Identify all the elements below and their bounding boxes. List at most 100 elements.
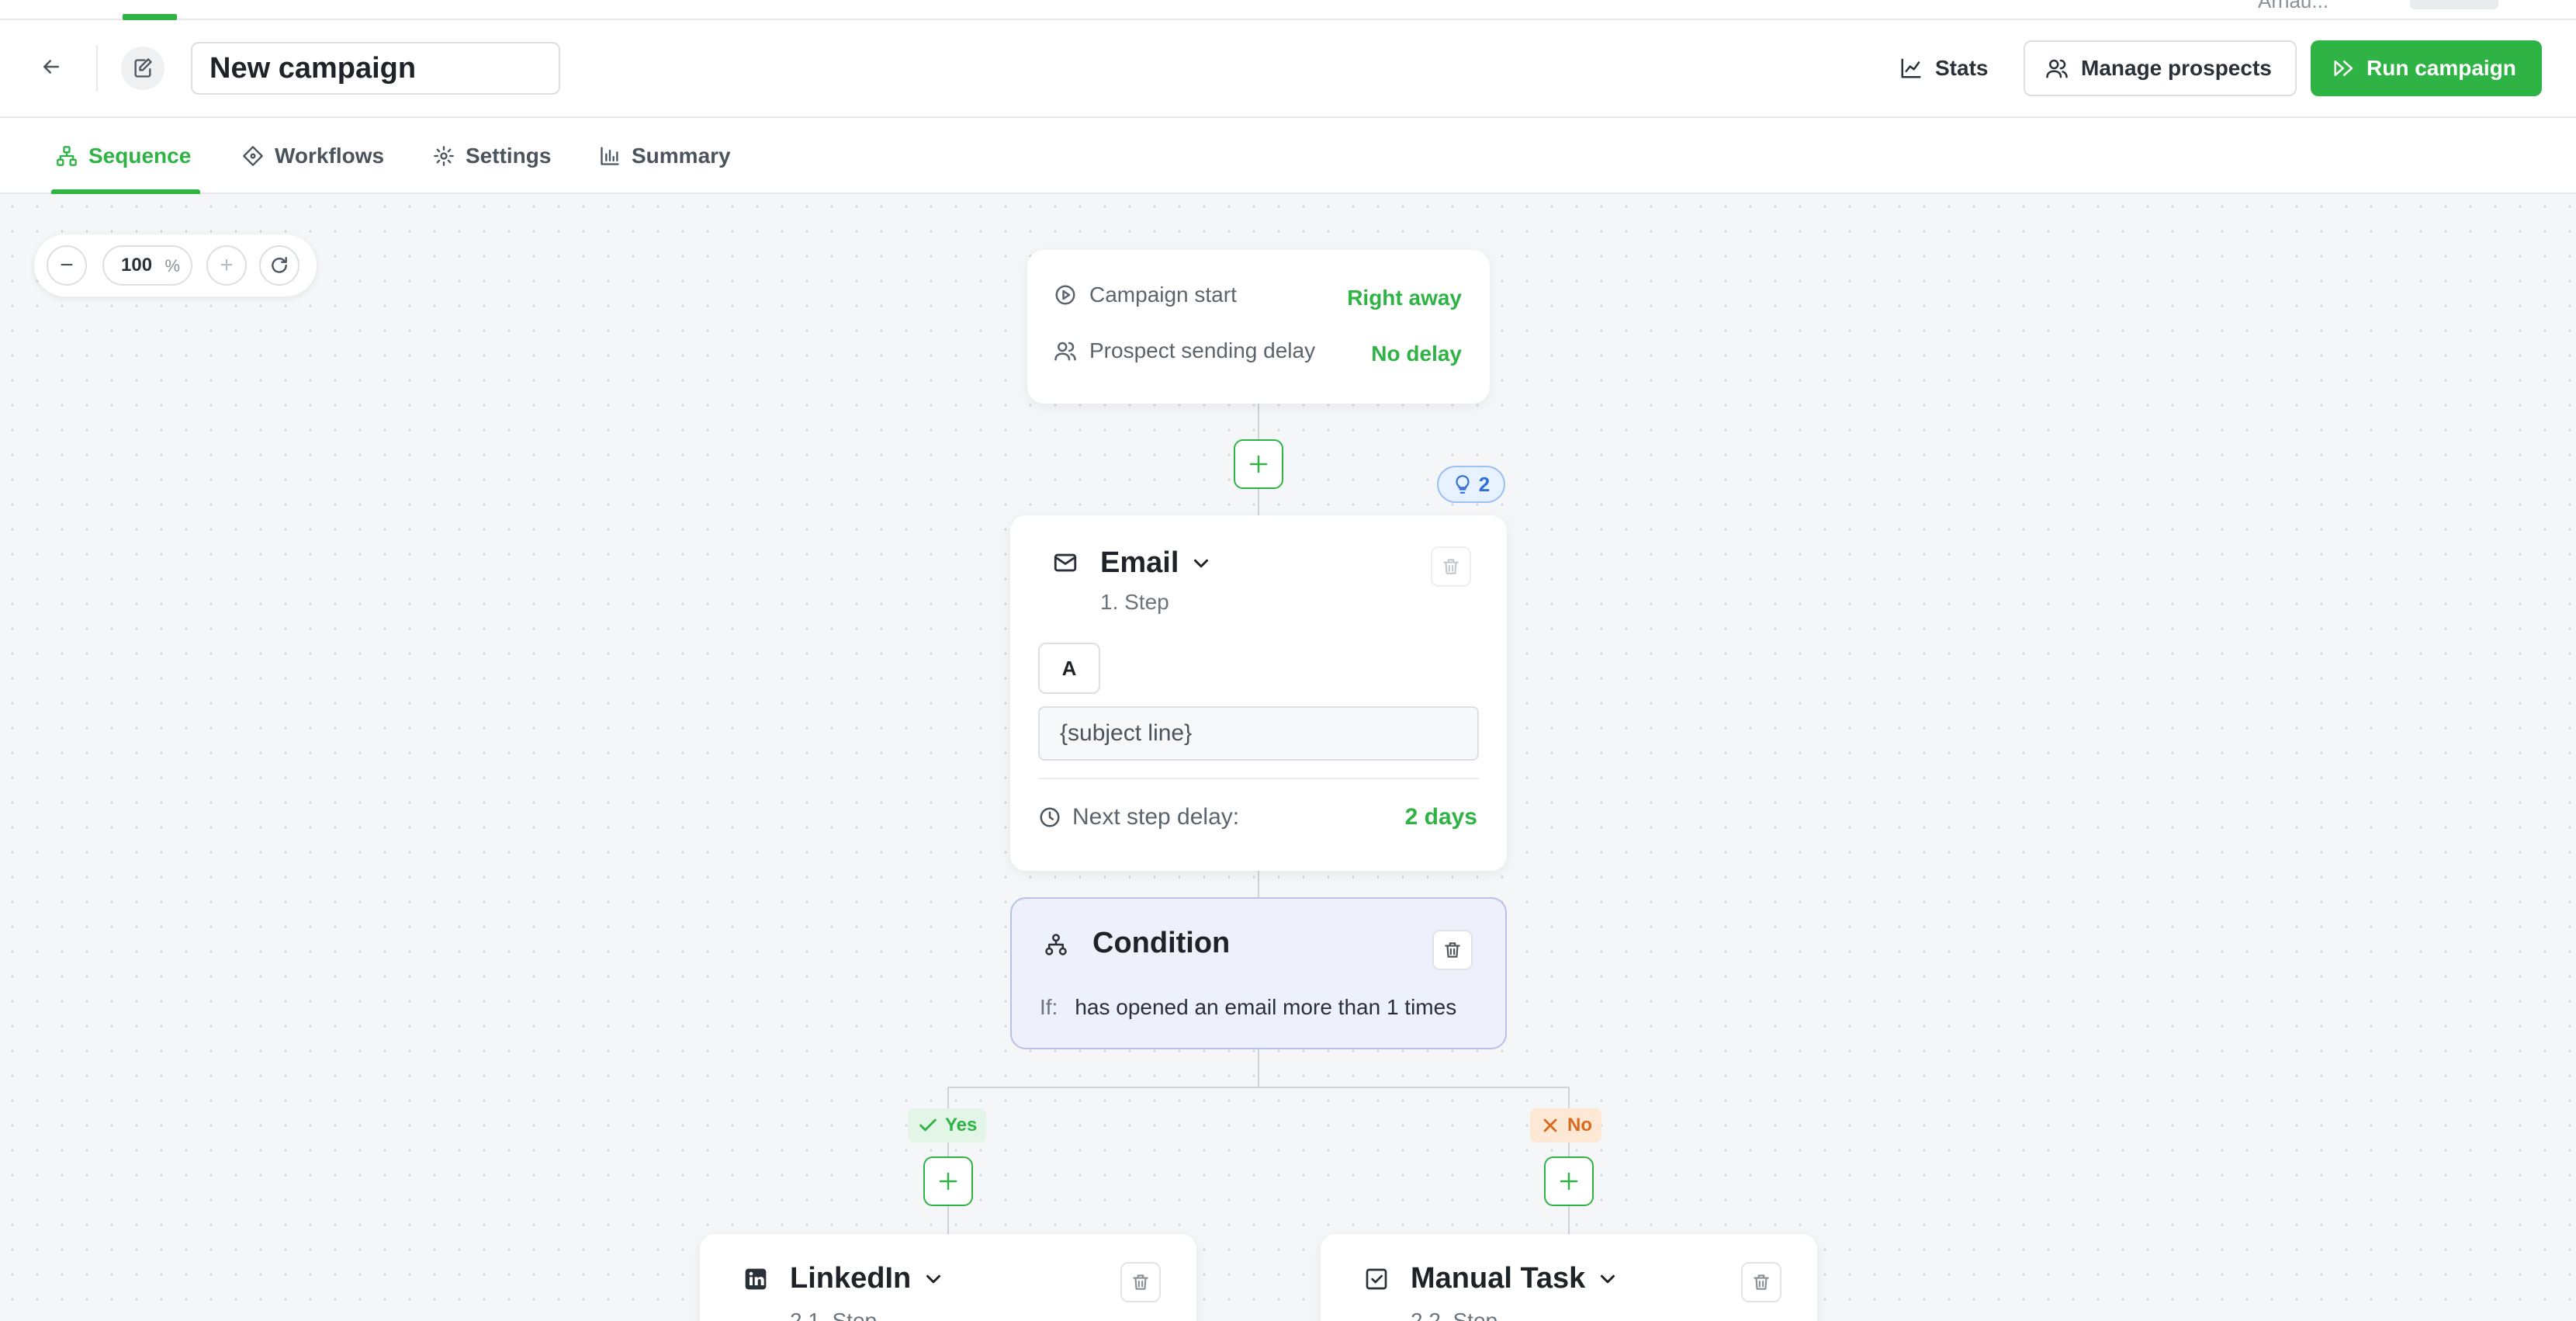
email-step-card[interactable]: Email 1. Step A {subject line} Next step… — [1010, 515, 1507, 871]
chevron-down-icon — [1194, 559, 1209, 567]
close-icon — [1543, 1118, 1557, 1132]
linkedin-step-number: 2.1. Step — [790, 1309, 878, 1321]
branch-connector — [948, 1087, 1569, 1088]
zoom-out-button[interactable]: − — [47, 245, 87, 286]
connector-line — [1258, 1049, 1259, 1088]
top-strip — [0, 0, 2576, 20]
zoom-level-value: 100 — [121, 255, 153, 276]
delete-step-button[interactable] — [1431, 546, 1471, 587]
manual-task-step-title[interactable]: Manual Task — [1411, 1262, 1619, 1295]
refresh-icon — [272, 257, 287, 273]
yes-branch-badge: Yes — [908, 1108, 987, 1142]
mail-icon — [1054, 553, 1077, 572]
plus-icon: + — [220, 252, 234, 278]
edit-campaign-button[interactable] — [121, 47, 164, 90]
stats-button[interactable]: Stats — [1882, 40, 1999, 96]
add-step-button[interactable] — [1234, 439, 1283, 489]
condition-card[interactable]: Condition If: has opened an email more t… — [1010, 897, 1507, 1049]
campaign-start-card[interactable]: Campaign start Right away Prospect sendi… — [1027, 250, 1490, 404]
next-step-delay-value[interactable]: 2 days — [1405, 804, 1477, 830]
no-label: No — [1567, 1115, 1592, 1136]
campaign-start-row: Campaign start — [1054, 283, 1237, 307]
lightbulb-icon — [1456, 475, 1470, 494]
tab-summary-label: Summary — [632, 144, 731, 168]
campaign-name-input[interactable] — [191, 42, 560, 95]
trash-icon — [1443, 559, 1459, 574]
user-name[interactable]: Arnau... — [2258, 0, 2328, 13]
play-circle-icon — [1055, 285, 1075, 305]
clock-icon — [1040, 807, 1060, 827]
top-active-indicator — [123, 14, 177, 20]
plus-icon — [939, 1172, 957, 1191]
fast-forward-icon — [2334, 61, 2353, 76]
manage-prospects-button[interactable]: Manage prospects — [2024, 40, 2297, 96]
campaign-start-label: Campaign start — [1089, 283, 1237, 307]
chevron-down-icon — [926, 1274, 941, 1283]
zoom-level-field[interactable]: 100 % — [102, 245, 192, 286]
sitemap-icon — [1045, 934, 1067, 955]
condition-rule: If: has opened an email more than 1 time… — [1040, 995, 1456, 1020]
zoom-percent-sign: % — [164, 256, 180, 276]
sitemap-icon — [57, 146, 77, 166]
divider — [1038, 778, 1479, 779]
email-step-title[interactable]: Email — [1100, 546, 1213, 580]
connector-line — [1258, 871, 1259, 897]
plus-icon — [1249, 455, 1268, 473]
users-icon — [1054, 342, 1076, 361]
variant-a-tab[interactable]: A — [1038, 643, 1100, 694]
yes-label: Yes — [945, 1115, 978, 1136]
reset-zoom-button[interactable] — [259, 245, 299, 286]
header-divider — [96, 45, 98, 92]
tab-settings[interactable]: Settings — [433, 118, 551, 194]
zoom-in-button[interactable]: + — [206, 245, 247, 286]
delete-step-button[interactable] — [1741, 1262, 1781, 1302]
checkbox-icon — [1366, 1268, 1387, 1290]
run-campaign-label: Run campaign — [2367, 56, 2516, 80]
condition-title: Condition — [1092, 927, 1231, 959]
diamond-icon — [243, 146, 263, 166]
add-step-no-button[interactable] — [1544, 1156, 1594, 1206]
hint-badge[interactable]: 2 — [1437, 466, 1505, 503]
plus-icon — [1560, 1172, 1578, 1191]
line-chart-icon — [1901, 58, 1921, 78]
tab-bar — [0, 118, 2576, 194]
condition-rule-text: has opened an email more than 1 times — [1075, 995, 1457, 1019]
delete-step-button[interactable] — [1120, 1262, 1161, 1302]
trash-icon — [1445, 942, 1460, 958]
bar-chart-icon — [601, 147, 619, 165]
tab-workflows-label: Workflows — [275, 144, 385, 168]
manage-prospects-label: Manage prospects — [2081, 56, 2272, 80]
user-avatar[interactable] — [2410, 0, 2498, 9]
tab-sequence[interactable]: Sequence — [56, 118, 191, 194]
trash-icon — [1133, 1274, 1148, 1290]
email-step-title-text: Email — [1100, 546, 1179, 579]
sending-delay-label: Prospect sending delay — [1089, 338, 1316, 362]
subject-line-field[interactable]: {subject line} — [1038, 706, 1479, 761]
no-branch-badge: No — [1530, 1108, 1601, 1142]
tab-sequence-label: Sequence — [88, 144, 192, 168]
linkedin-step-title-text: LinkedIn — [790, 1262, 912, 1295]
arrow-left-icon — [43, 60, 59, 74]
hint-count: 2 — [1478, 472, 1491, 496]
linkedin-step-title[interactable]: LinkedIn — [790, 1262, 945, 1295]
add-step-yes-button[interactable] — [923, 1156, 973, 1206]
sending-delay-row: Prospect sending delay — [1054, 338, 1315, 363]
back-button[interactable] — [34, 50, 68, 84]
next-step-delay-label: Next step delay: — [1072, 804, 1240, 830]
delete-condition-button[interactable] — [1432, 930, 1473, 970]
stats-label: Stats — [1935, 56, 1989, 80]
tab-workflows[interactable]: Workflows — [242, 118, 384, 194]
check-icon — [919, 1118, 937, 1132]
manual-task-step-title-text: Manual Task — [1411, 1262, 1586, 1295]
zoom-controls: − 100 % + — [34, 234, 317, 296]
tab-summary[interactable]: Summary — [599, 118, 731, 194]
linkedin-step-card[interactable]: LinkedIn 2.1. Step — [700, 1234, 1196, 1321]
sending-delay-value[interactable]: No delay — [1371, 342, 1462, 366]
campaign-start-value[interactable]: Right away — [1347, 286, 1462, 310]
linkedin-icon — [745, 1268, 767, 1290]
run-campaign-button[interactable]: Run campaign — [2311, 40, 2542, 96]
manual-task-step-card[interactable]: Manual Task 2.2. Step — [1321, 1234, 1817, 1321]
minus-icon: − — [60, 252, 74, 278]
manual-task-step-number: 2.2. Step — [1411, 1309, 1498, 1321]
tab-settings-label: Settings — [466, 144, 552, 168]
